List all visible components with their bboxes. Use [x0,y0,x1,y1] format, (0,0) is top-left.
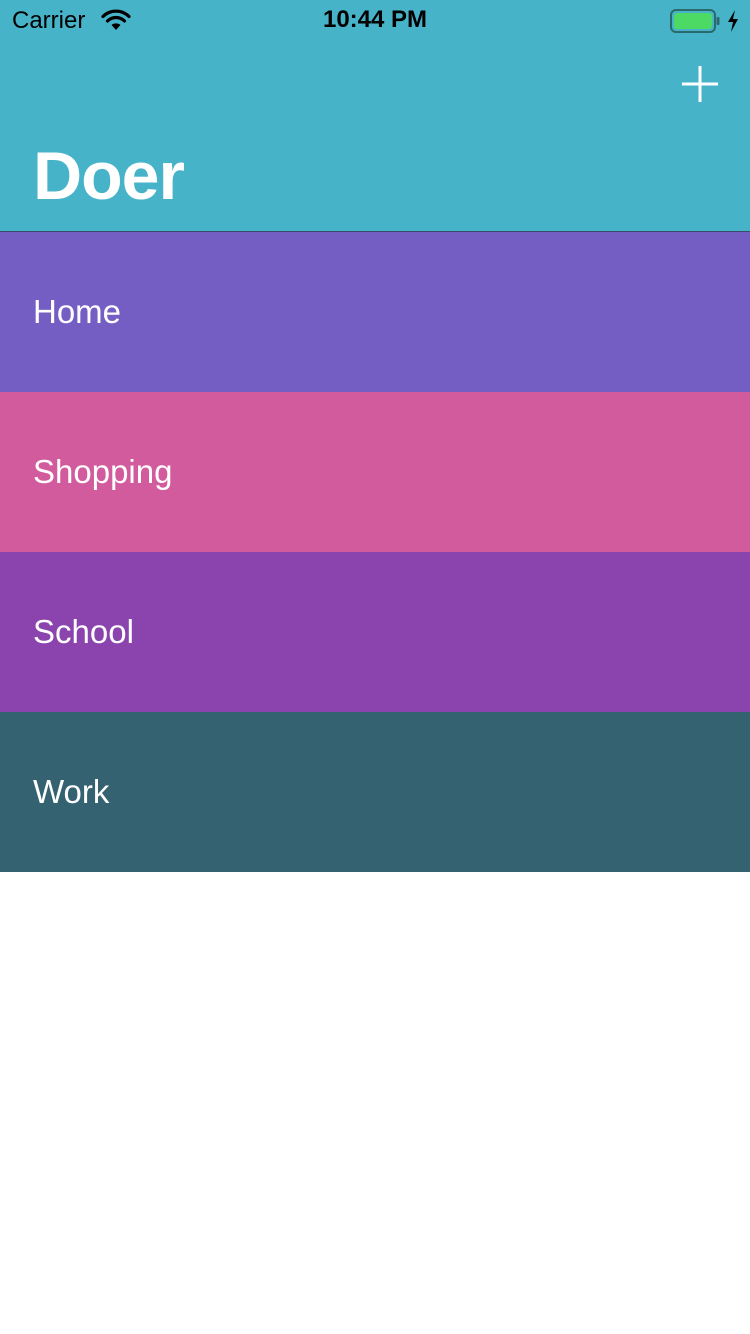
header: Carrier 10:44 PM Doer [0,0,750,232]
plus-icon [682,66,718,102]
charging-bolt-icon [728,10,738,32]
category-row-school[interactable]: School [0,552,750,712]
category-label: Home [33,293,122,330]
category-list: Home Shopping School Work [0,232,750,872]
category-label: Work [33,773,110,810]
app-screen: Carrier 10:44 PM Doer Home Shopping Scho… [0,0,750,1334]
clock: 10:44 PM [322,6,428,33]
category-label: Shopping [33,453,173,490]
category-label: School [33,613,134,650]
status-bar: Carrier 10:44 PM [0,0,750,40]
battery-icon [670,9,720,33]
category-row-work[interactable]: Work [0,712,750,872]
add-category-button[interactable] [672,56,728,112]
category-row-shopping[interactable]: Shopping [0,392,750,552]
category-row-home[interactable]: Home [0,232,750,392]
page-title: Doer [33,138,185,214]
